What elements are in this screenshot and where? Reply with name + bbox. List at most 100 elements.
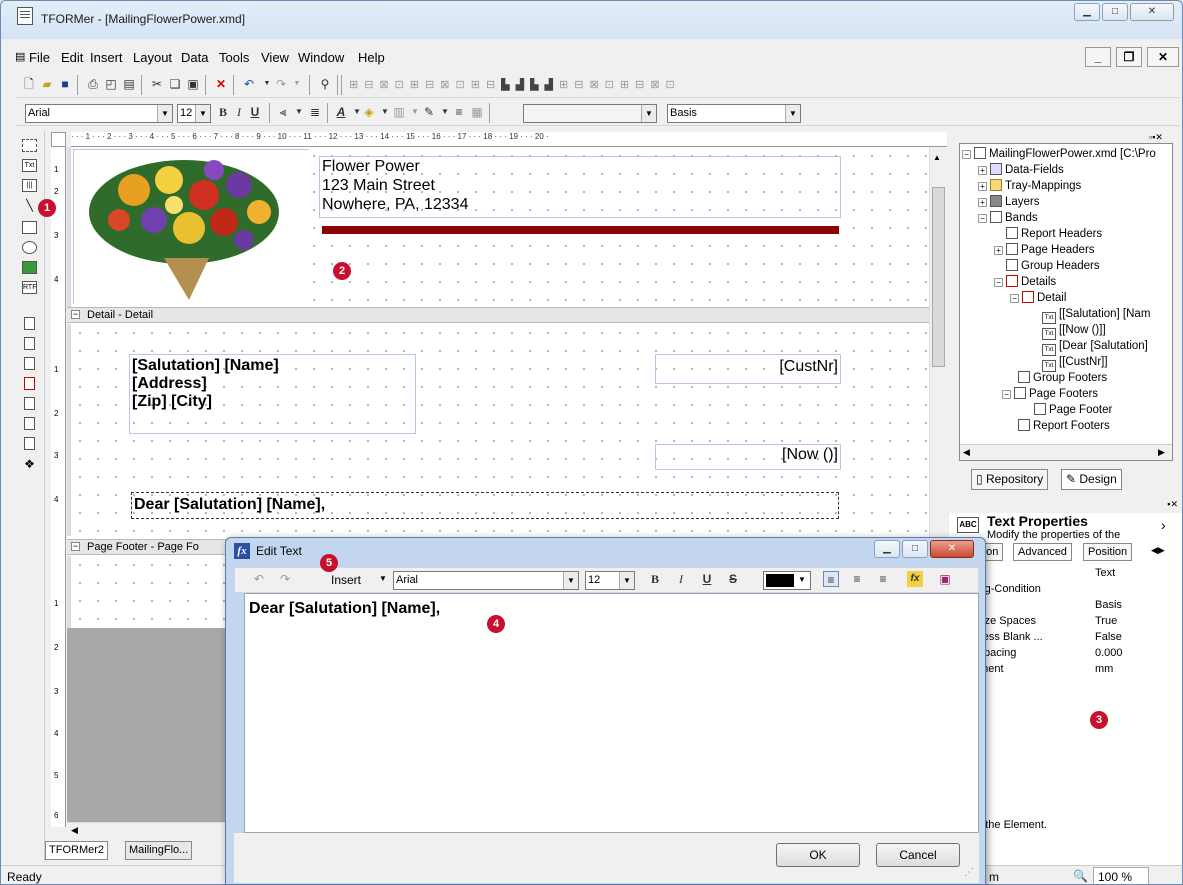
band-tool-icon-1[interactable] [24, 317, 35, 330]
menu-window[interactable]: Window [298, 50, 344, 65]
ok-button[interactable]: OK [776, 843, 860, 867]
font-combo[interactable]: Arial ▼ [25, 104, 173, 123]
design-tree[interactable]: − MailingFlowerPower.xmd [C:\Pro + Data-Fi… [959, 143, 1173, 461]
rtf-tool-icon[interactable]: RTF [22, 281, 37, 294]
line-width-icon[interactable]: ≡ [451, 104, 467, 120]
company-address-field[interactable]: Flower Power 123 Main Street Nowhere, PA… [319, 156, 841, 218]
dialog-minimize-button[interactable]: ▁ [874, 540, 900, 558]
font-size-combo[interactable]: 12 ▼ [177, 104, 211, 123]
layer-combo[interactable]: ▼ [523, 104, 657, 123]
tree-details[interactable]: Details [1021, 276, 1056, 288]
tree-traymappings[interactable]: Tray-Mappings [1005, 180, 1081, 192]
tree-reportfooters[interactable]: Report Footers [1033, 420, 1110, 432]
edit-text-content[interactable]: Dear [Salutation] [Name], [245, 594, 978, 624]
text-tool-icon[interactable]: Txt [22, 159, 37, 172]
tree-field-1[interactable]: [[Salutation] [Nam [1059, 308, 1150, 320]
undo-icon[interactable]: ↶ [241, 76, 257, 92]
align-toolbar-icons[interactable]: ⊞⊟⊠⊡⊞⊟⊠⊡⊞⊟▙▟▙▟⊞⊟⊠⊡⊞⊟⊠⊡ [349, 78, 779, 92]
rectangle-tool-icon[interactable] [22, 221, 37, 234]
text-color-picker[interactable]: ▼ [763, 571, 811, 590]
tab-repository[interactable]: ▯ Repository [971, 469, 1049, 490]
redo-icon[interactable]: ↷ [277, 571, 293, 587]
redo-dropdown-icon[interactable]: ▼ [289, 76, 305, 92]
tree-detail[interactable]: Detail [1037, 292, 1066, 304]
tree-pagefooter[interactable]: Page Footer [1049, 404, 1112, 416]
barcode-tool-icon[interactable]: ||| [22, 179, 37, 192]
image-tool-icon[interactable] [22, 261, 37, 274]
align-right-icon[interactable]: ≡ [875, 571, 891, 587]
new-icon[interactable]: 🗋 [21, 76, 37, 92]
tree-root[interactable]: MailingFlowerPower.xmd [C:\Pro [989, 148, 1156, 160]
bold-icon[interactable]: B [647, 571, 663, 587]
text-edit-area[interactable]: Dear [Salutation] [Name], [244, 593, 979, 833]
bold-icon[interactable]: B [215, 104, 231, 120]
band-tool-icon-3[interactable] [24, 357, 35, 370]
insert-function-icon[interactable]: fx [907, 571, 923, 587]
zoom-icon[interactable]: 🔍 [1073, 869, 1088, 883]
font-color-icon[interactable]: A [333, 104, 349, 120]
detail-band-header[interactable]: − Detail - Detail [67, 307, 929, 323]
select-tool-icon[interactable] [22, 139, 37, 152]
dear-field-selected[interactable]: Dear [Salutation] [Name], [131, 492, 839, 519]
props-pin-close-icons[interactable]: ▪✕ [949, 499, 1182, 513]
doc-tab-tformer2[interactable]: TFORMer2 [45, 841, 108, 860]
italic-icon[interactable]: I [231, 104, 247, 120]
collapse-icon[interactable]: − [71, 542, 80, 551]
band-tool-icon-4[interactable] [24, 377, 35, 390]
mdi-restore-button[interactable]: ❐ [1116, 47, 1142, 67]
align-dropdown-icon[interactable]: ▼ [291, 104, 307, 120]
collapse-icon[interactable]: − [71, 310, 80, 319]
line-style-icon[interactable]: ▦ [469, 104, 485, 120]
undo-icon[interactable]: ↶ [251, 571, 267, 587]
tree-field-4[interactable]: [[CustNr]] [1059, 356, 1108, 368]
custnr-field[interactable]: [CustNr] [655, 354, 841, 384]
zoom-level[interactable]: 100 % [1093, 867, 1149, 884]
mdi-close-button[interactable]: ✕ [1147, 47, 1179, 67]
underline-icon[interactable]: U [247, 104, 263, 120]
prop-value[interactable]: True [1095, 613, 1117, 629]
align-center-icon[interactable]: ≡ [849, 571, 865, 587]
tree-pageheaders[interactable]: Page Headers [1021, 244, 1095, 256]
scroll-thumb[interactable] [932, 187, 945, 367]
scroll-left-icon[interactable]: ◀ [71, 825, 78, 836]
tree-layers[interactable]: Layers [1005, 196, 1040, 208]
menu-view[interactable]: View [261, 50, 289, 65]
paste-icon[interactable]: ▣ [185, 76, 201, 92]
fill-color-icon[interactable]: ◈ [361, 104, 377, 120]
panel-pin-close-icons[interactable]: ▫▪✕ [1149, 132, 1163, 143]
insert-dropdown-icon[interactable]: ▼ [379, 574, 387, 583]
close-window-button[interactable]: ✕ [1130, 3, 1174, 21]
layers-tool-icon[interactable]: ❖ [22, 458, 37, 472]
italic-icon[interactable]: I [673, 571, 689, 587]
mdi-minimize-button[interactable]: _ [1085, 47, 1111, 67]
menu-help[interactable]: Help [358, 50, 385, 65]
now-field[interactable]: [Now ()] [655, 444, 841, 470]
justify-icon[interactable]: ≣ [307, 104, 323, 120]
band-tool-icon-6[interactable] [24, 417, 35, 430]
save-icon[interactable]: ■ [57, 76, 73, 92]
underline-icon[interactable]: U [699, 571, 715, 587]
ellipse-tool-icon[interactable] [22, 241, 37, 254]
menu-file[interactable]: File [29, 50, 50, 65]
cut-icon[interactable]: ✂ [149, 76, 165, 92]
align-left-icon[interactable]: ≡ [823, 571, 839, 587]
line-color-icon[interactable]: ✎ [421, 104, 437, 120]
menu-insert[interactable]: Insert [90, 50, 123, 65]
select-all-icon[interactable]: ⚲ [317, 76, 333, 92]
resize-grip-icon[interactable]: ⋰ [964, 867, 974, 878]
address-field[interactable]: [Salutation] [Name] [Address] [Zip] [Cit… [129, 354, 416, 434]
scroll-left-icon[interactable]: ◀ [963, 447, 970, 458]
menu-layout[interactable]: Layout [133, 50, 172, 65]
props-tab-advanced[interactable]: Advanced [1013, 543, 1072, 561]
props-tab-position[interactable]: Position [1083, 543, 1133, 561]
tree-bands[interactable]: Bands [1005, 212, 1038, 224]
band-tool-icon-2[interactable] [24, 337, 35, 350]
band-tool-icon-5[interactable] [24, 397, 35, 410]
copy-icon[interactable]: ❏ [167, 76, 183, 92]
menu-data[interactable]: Data [181, 50, 208, 65]
maximize-button[interactable]: □ [1102, 3, 1128, 21]
scroll-up-icon[interactable]: ▲ [933, 153, 941, 162]
menu-tools[interactable]: Tools [219, 50, 249, 65]
dialog-close-button[interactable]: ✕ [930, 540, 974, 558]
print-icon[interactable]: ⎙ [85, 76, 101, 92]
